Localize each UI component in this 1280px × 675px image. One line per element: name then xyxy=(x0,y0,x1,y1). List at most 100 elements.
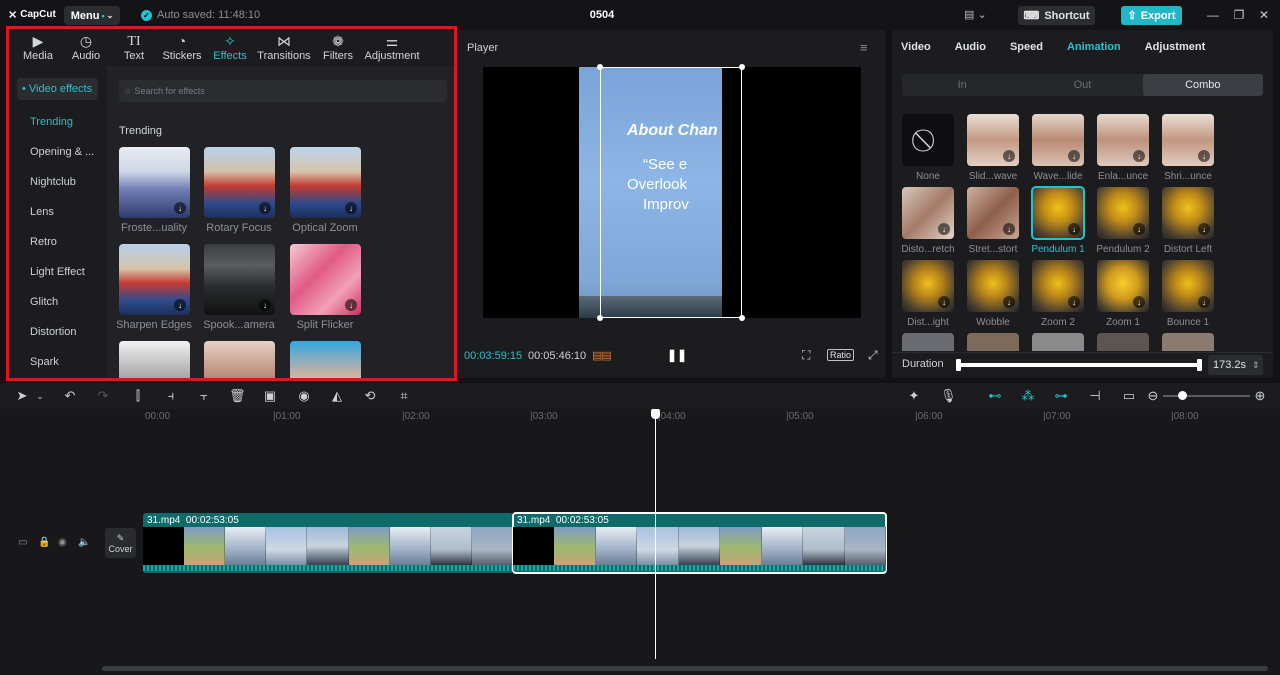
tab-audio[interactable]: ◷ Audio xyxy=(62,29,110,66)
category-nightclub[interactable]: Nightclub xyxy=(30,176,76,188)
animation-thumbnail[interactable]: ↓ xyxy=(1162,187,1214,239)
animation-thumbnail[interactable]: ↓ xyxy=(967,187,1019,239)
segment-combo[interactable]: Combo xyxy=(1142,74,1263,96)
delete-icon[interactable]: 🗑 xyxy=(229,388,246,404)
hamburger-menu-icon[interactable]: ≡ xyxy=(860,40,868,55)
close-icon[interactable]: ✕ xyxy=(1257,8,1271,22)
animation-thumbnail[interactable]: ↓ xyxy=(1032,260,1084,312)
animation-pendulum-1[interactable]: ↓ xyxy=(1031,186,1085,240)
duration-input[interactable]: 173.2s ⇕ xyxy=(1208,355,1263,375)
animation-thumbnail[interactable] xyxy=(1097,333,1149,351)
animation-none[interactable]: ⃠ xyxy=(902,114,954,166)
mirror-icon[interactable]: ◭ xyxy=(329,388,345,404)
select-cursor-icon[interactable]: ➤ xyxy=(14,388,30,404)
animation-thumbnail[interactable] xyxy=(1032,333,1084,351)
animation-thumbnail[interactable] xyxy=(1162,333,1214,351)
microphone-icon[interactable]: 🎙 xyxy=(940,388,957,404)
chevron-down-icon[interactable]: ⌄ xyxy=(32,388,48,404)
stepper-icon[interactable]: ⇕ xyxy=(1252,360,1260,371)
animation-thumbnail[interactable] xyxy=(902,333,954,351)
category-opening[interactable]: Opening & ... xyxy=(30,146,94,158)
animation-thumbnail[interactable]: ↓ xyxy=(902,187,954,239)
effect-thumbnail[interactable]: ↓ xyxy=(290,244,361,315)
effect-thumbnail[interactable]: ↓ xyxy=(119,244,190,315)
redo-icon[interactable]: ↷ xyxy=(95,388,111,404)
resize-handle[interactable] xyxy=(597,64,603,70)
animation-thumbnail[interactable] xyxy=(967,333,1019,351)
slider-end-handle[interactable] xyxy=(1197,359,1202,371)
slider-start-handle[interactable] xyxy=(956,359,961,371)
tab-speed[interactable]: Speed xyxy=(1010,41,1043,53)
category-trending[interactable]: Trending xyxy=(30,116,73,128)
segment-out[interactable]: Out xyxy=(1022,74,1142,96)
main-track-magnet-icon[interactable]: ⊷ xyxy=(987,388,1003,404)
split-left-icon[interactable]: ⫞ xyxy=(163,388,179,404)
video-preview[interactable]: About Chan “See e Overlook Improv xyxy=(483,64,861,321)
category-lens[interactable]: Lens xyxy=(30,206,54,218)
pause-button[interactable]: ❚❚ xyxy=(667,348,687,362)
undo-icon[interactable]: ↶ xyxy=(62,388,78,404)
cover-button[interactable]: ✎ Cover xyxy=(105,528,136,558)
resize-handle[interactable] xyxy=(597,315,603,321)
restore-icon[interactable]: ❐ xyxy=(1232,8,1246,22)
time-ruler[interactable]: 00:00 |01:00 |02:00 |03:00 |04:00 |05:00… xyxy=(100,409,1280,427)
video-clip-selected[interactable]: 31.mp4 00:02:53:05 xyxy=(512,512,887,574)
zoom-in-icon[interactable]: ⊕ xyxy=(1252,388,1268,404)
category-light-effect[interactable]: Light Effect xyxy=(30,266,85,278)
effect-thumbnail[interactable]: ↓ xyxy=(290,147,361,218)
duration-slider[interactable] xyxy=(956,359,1202,371)
tab-video[interactable]: Video xyxy=(901,41,931,53)
animation-thumbnail[interactable]: ↓ xyxy=(1097,114,1149,166)
zoom-slider[interactable] xyxy=(1163,395,1250,397)
tab-audio-props[interactable]: Audio xyxy=(955,41,986,53)
video-effects-header[interactable]: • Video effects xyxy=(17,78,98,100)
reverse-icon[interactable]: ◉ xyxy=(296,388,312,404)
selection-box[interactable] xyxy=(600,67,742,318)
split-preview-icon[interactable]: ⊣ xyxy=(1087,388,1103,404)
split-icon[interactable]: ⫿ xyxy=(130,388,146,404)
tab-adjustment-props[interactable]: Adjustment xyxy=(1145,41,1206,53)
animation-thumbnail[interactable]: ↓ xyxy=(1162,260,1214,312)
tab-stickers[interactable]: ◔ Stickers xyxy=(158,29,206,66)
menu-button[interactable]: Menu • ⌄ xyxy=(64,6,120,25)
effect-thumbnail[interactable]: ↓ xyxy=(204,147,275,218)
track-video-icon[interactable]: ▭ xyxy=(18,537,27,548)
magic-icon[interactable]: ✦ xyxy=(906,388,922,404)
fit-icon[interactable]: ⛶ xyxy=(802,348,810,363)
category-glitch[interactable]: Glitch xyxy=(30,296,58,308)
tab-transitions[interactable]: ⋈ Transitions xyxy=(254,29,314,66)
tab-text[interactable]: TI Text xyxy=(110,29,158,66)
effect-thumbnail[interactable]: ↓ xyxy=(204,244,275,315)
effect-thumbnail[interactable] xyxy=(119,341,190,379)
effect-thumbnail[interactable] xyxy=(204,341,275,379)
auto-snap-icon[interactable]: ⁂ xyxy=(1020,388,1036,404)
category-distortion[interactable]: Distortion xyxy=(30,326,76,338)
resize-handle[interactable] xyxy=(739,64,745,70)
animation-thumbnail[interactable]: ↓ xyxy=(967,114,1019,166)
speaker-icon[interactable]: 🔈 xyxy=(78,537,90,548)
playhead[interactable] xyxy=(655,409,656,659)
crop-icon[interactable]: ⌗ xyxy=(396,388,412,404)
category-retro[interactable]: Retro xyxy=(30,236,57,248)
animation-thumbnail[interactable]: ↓ xyxy=(902,260,954,312)
resize-handle[interactable] xyxy=(739,315,745,321)
search-input[interactable]: ○ Search for effects xyxy=(119,80,447,102)
animation-thumbnail[interactable]: ↓ xyxy=(967,260,1019,312)
animation-thumbnail[interactable]: ↓ xyxy=(1097,260,1149,312)
video-clip[interactable]: 31.mp4 00:02:53:05 xyxy=(143,513,513,573)
category-spark[interactable]: Spark xyxy=(30,356,59,368)
zoom-out-icon[interactable]: ⊖ xyxy=(1145,388,1161,404)
zoom-slider-handle[interactable] xyxy=(1178,391,1187,400)
horizontal-scrollbar[interactable] xyxy=(102,666,1268,671)
playhead-handle[interactable] xyxy=(651,409,660,419)
animation-thumbnail[interactable]: ↓ xyxy=(1097,187,1149,239)
rotate-icon[interactable]: ⟲ xyxy=(362,388,378,404)
freeze-icon[interactable]: ▣ xyxy=(262,388,278,404)
tab-adjustment[interactable]: ⚌ Adjustment xyxy=(362,29,422,66)
shortcut-button[interactable]: ⌨ Shortcut xyxy=(1018,6,1095,25)
minimize-icon[interactable]: — xyxy=(1206,8,1220,22)
export-button[interactable]: ⇧ Export xyxy=(1121,6,1182,25)
split-right-icon[interactable]: ⫟ xyxy=(196,388,212,404)
effect-thumbnail[interactable]: ↓ xyxy=(119,147,190,218)
tab-filters[interactable]: ❁ Filters xyxy=(314,29,362,66)
